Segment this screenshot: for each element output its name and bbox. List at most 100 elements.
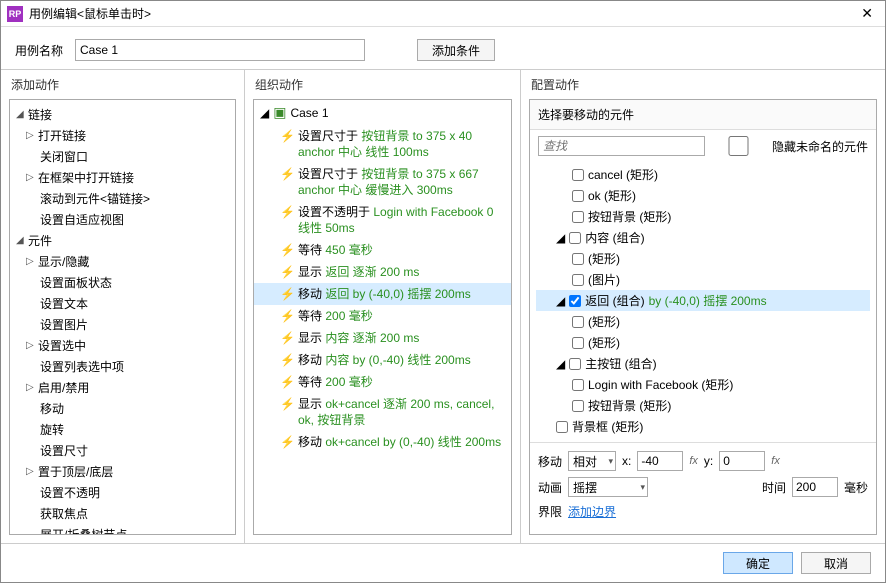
bolt-icon: ⚡ <box>280 242 292 258</box>
tree-scroll-anchor[interactable]: 滚动到元件<锚链接> <box>12 188 233 209</box>
col1-header: 添加动作 <box>1 70 244 99</box>
case-row[interactable]: ◢▣ Case 1 <box>254 100 511 125</box>
bolt-icon: ⚡ <box>280 434 292 450</box>
titlebar: RP 用例编辑<鼠标单击时> ✕ <box>1 1 885 27</box>
action-tree[interactable]: ◢链接 ▷打开链接 关闭窗口 ▷在框架中打开链接 滚动到元件<锚链接> 设置自适… <box>9 99 236 535</box>
config-box: 选择要移动的元件 隐藏未命名的元件 cancel (矩形) ok (矩形) 按钮… <box>529 99 877 535</box>
action-row[interactable]: ⚡等待 200 毫秒 <box>254 305 511 327</box>
anim-label: 动画 <box>538 479 562 496</box>
tree-set-selected[interactable]: ▷设置选中 <box>12 335 233 356</box>
tree-panel-state[interactable]: 设置面板状态 <box>12 272 233 293</box>
tree-open-link[interactable]: ▷打开链接 <box>12 125 233 146</box>
case-actions-tree[interactable]: ◢▣ Case 1 ⚡设置尺寸于 按钮背景 to 375 x 40 anchor… <box>253 99 512 535</box>
hide-unnamed-label: 隐藏未命名的元件 <box>772 138 868 155</box>
configure-panel: 配置动作 选择要移动的元件 隐藏未命名的元件 cancel (矩形) ok (矩… <box>521 70 885 543</box>
action-row[interactable]: ⚡移动 ok+cancel by (0,-40) 线性 200ms <box>254 431 511 453</box>
ms-label: 毫秒 <box>844 479 868 496</box>
tree-link[interactable]: ◢链接 <box>12 104 233 125</box>
widget-item[interactable]: cancel (矩形) <box>536 164 870 185</box>
widget-item[interactable]: (图片) <box>536 269 870 290</box>
action-row[interactable]: ⚡显示 ok+cancel 逐渐 200 ms, cancel, ok, 按钮背… <box>254 393 511 431</box>
action-row[interactable]: ⚡显示 返回 逐渐 200 ms <box>254 261 511 283</box>
y-input[interactable] <box>719 451 765 471</box>
widget-item[interactable]: 按钮背景 (矩形) <box>536 395 870 416</box>
action-row[interactable]: ⚡等待 450 毫秒 <box>254 239 511 261</box>
tree-set-text[interactable]: 设置文本 <box>12 293 233 314</box>
cancel-button[interactable]: 取消 <box>801 552 871 574</box>
tree-widget[interactable]: ◢元件 <box>12 230 233 251</box>
widget-item[interactable]: (矩形) <box>536 332 870 353</box>
action-row[interactable]: ⚡显示 内容 逐渐 200 ms <box>254 327 511 349</box>
tree-set-image[interactable]: 设置图片 <box>12 314 233 335</box>
name-row: 用例名称 添加条件 <box>1 27 885 69</box>
name-label: 用例名称 <box>15 42 67 59</box>
dialog: RP 用例编辑<鼠标单击时> ✕ 用例名称 添加条件 添加动作 ◢链接 ▷打开链… <box>0 0 886 583</box>
tree-close-window[interactable]: 关闭窗口 <box>12 146 233 167</box>
tree-move[interactable]: 移动 <box>12 398 233 419</box>
hide-unnamed-checkbox[interactable] <box>711 136 766 156</box>
close-icon[interactable]: ✕ <box>855 5 879 22</box>
widget-item[interactable]: (矩形) <box>536 311 870 332</box>
tree-bring[interactable]: ▷置于顶层/底层 <box>12 461 233 482</box>
add-action-panel: 添加动作 ◢链接 ▷打开链接 关闭窗口 ▷在框架中打开链接 滚动到元件<锚链接>… <box>1 70 245 543</box>
bolt-icon: ⚡ <box>280 264 292 280</box>
tree-set-list[interactable]: 设置列表选中项 <box>12 356 233 377</box>
widget-group[interactable]: ◢主按钮 (组合) <box>536 353 870 374</box>
organize-panel: 组织动作 ◢▣ Case 1 ⚡设置尺寸于 按钮背景 to 375 x 40 a… <box>245 70 521 543</box>
case-icon: ▣ <box>273 104 286 121</box>
widget-group[interactable]: ◢内容 (组合) <box>536 227 870 248</box>
bounds-label: 界限 <box>538 503 562 520</box>
action-row[interactable]: ⚡设置尺寸于 按钮背景 to 375 x 667 anchor 中心 缓慢进入 … <box>254 163 511 201</box>
tree-adaptive-view[interactable]: 设置自适应视图 <box>12 209 233 230</box>
bolt-icon: ⚡ <box>280 308 292 324</box>
move-label: 移动 <box>538 453 562 470</box>
app-icon: RP <box>7 6 23 22</box>
tree-open-frame[interactable]: ▷在框架中打开链接 <box>12 167 233 188</box>
action-row[interactable]: ⚡设置尺寸于 按钮背景 to 375 x 40 anchor 中心 线性 100… <box>254 125 511 163</box>
footer: 确定 取消 <box>1 544 885 582</box>
search-row: 隐藏未命名的元件 <box>530 130 876 162</box>
y-label: y: <box>704 454 713 468</box>
move-type-select[interactable]: 相对 <box>568 451 616 471</box>
widget-item[interactable]: ok (矩形) <box>536 185 870 206</box>
bolt-icon: ⚡ <box>280 396 292 412</box>
fx-icon[interactable]: fx <box>771 455 780 467</box>
tree-show-hide[interactable]: ▷显示/隐藏 <box>12 251 233 272</box>
add-bounds-link[interactable]: 添加边界 <box>568 503 616 520</box>
tree-enable[interactable]: ▷启用/禁用 <box>12 377 233 398</box>
search-input[interactable] <box>538 136 705 156</box>
action-row[interactable]: ⚡设置不透明于 Login with Facebook 0 线性 50ms <box>254 201 511 239</box>
case-label: Case 1 <box>290 106 328 120</box>
bolt-icon: ⚡ <box>280 166 292 182</box>
time-input[interactable] <box>792 477 838 497</box>
tree-expand[interactable]: 展开/折叠树节点 <box>12 524 233 535</box>
col2-header: 组织动作 <box>245 70 520 99</box>
case-name-input[interactable] <box>75 39 365 61</box>
time-label: 时间 <box>762 479 786 496</box>
action-row[interactable]: ⚡移动 内容 by (0,-40) 线性 200ms <box>254 349 511 371</box>
tree-set-size[interactable]: 设置尺寸 <box>12 440 233 461</box>
x-input[interactable] <box>637 451 683 471</box>
widget-item[interactable]: Login with Facebook (矩形) <box>536 374 870 395</box>
widget-tree[interactable]: cancel (矩形) ok (矩形) 按钮背景 (矩形) ◢内容 (组合) (… <box>530 162 876 442</box>
widget-group-selected[interactable]: ◢返回 (组合) by (-40,0) 摇摆 200ms <box>536 290 870 311</box>
tree-opacity[interactable]: 设置不透明 <box>12 482 233 503</box>
add-condition-button[interactable]: 添加条件 <box>417 39 495 61</box>
widget-item[interactable]: (矩形) <box>536 248 870 269</box>
action-row[interactable]: ⚡等待 200 毫秒 <box>254 371 511 393</box>
tree-focus[interactable]: 获取焦点 <box>12 503 233 524</box>
ok-button[interactable]: 确定 <box>723 552 793 574</box>
x-label: x: <box>622 454 631 468</box>
widget-item[interactable]: 按钮背景 (矩形) <box>536 206 870 227</box>
config-title: 选择要移动的元件 <box>530 100 876 130</box>
fx-icon[interactable]: fx <box>689 455 698 467</box>
bolt-icon: ⚡ <box>280 204 292 220</box>
widget-item[interactable]: 背景框 (矩形) <box>536 416 870 437</box>
bolt-icon: ⚡ <box>280 286 292 302</box>
col3-header: 配置动作 <box>521 70 885 99</box>
columns: 添加动作 ◢链接 ▷打开链接 关闭窗口 ▷在框架中打开链接 滚动到元件<锚链接>… <box>1 69 885 544</box>
anim-select[interactable]: 摇摆 <box>568 477 648 497</box>
action-row-selected[interactable]: ⚡移动 返回 by (-40,0) 摇摆 200ms <box>254 283 511 305</box>
bolt-icon: ⚡ <box>280 330 292 346</box>
tree-rotate[interactable]: 旋转 <box>12 419 233 440</box>
